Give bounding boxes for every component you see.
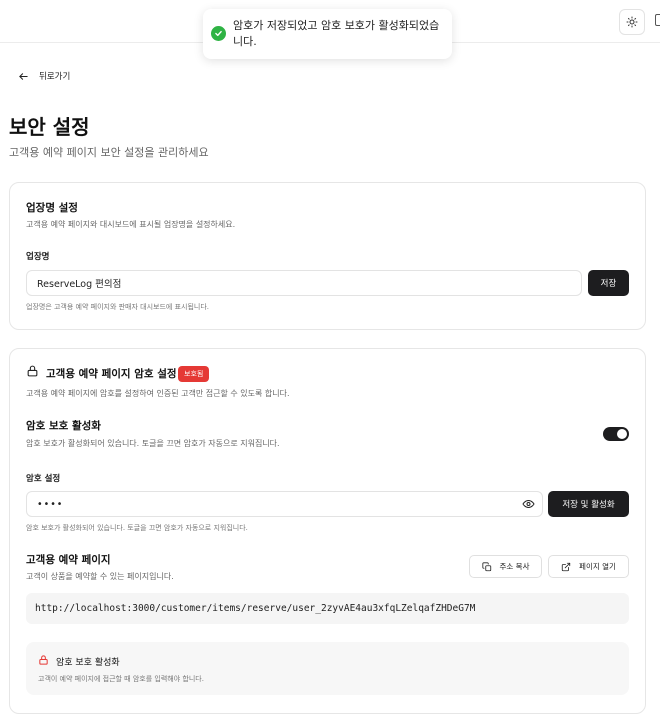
- back-label: 뒤로가기: [39, 72, 71, 82]
- notice-description: 고객이 예약 페이지에 접근할 때 암호를 입력해야 합니다.: [38, 675, 204, 683]
- protection-notice: 암호 보호 활성화 고객이 예약 페이지에 접근할 때 암호를 입력해야 합니다…: [26, 642, 629, 695]
- check-circle-icon: [211, 26, 226, 41]
- store-name-input[interactable]: ReserveLog 편의점: [26, 270, 582, 296]
- customer-page-url[interactable]: http://localhost:3000/customer/items/res…: [26, 593, 629, 624]
- page-subtitle: 고객용 예약 페이지 보안 설정을 관리하세요: [9, 146, 209, 159]
- copy-icon: [481, 561, 491, 571]
- arrow-left-icon: [19, 72, 28, 80]
- url-text: http://localhost:3000/customer/items/res…: [35, 603, 476, 614]
- open-page-button[interactable]: 페이지 열기: [548, 555, 629, 578]
- store-name-value: ReserveLog 편의점: [37, 279, 122, 290]
- copy-address-button[interactable]: 주소 복사: [469, 555, 542, 578]
- password-input[interactable]: ••••: [26, 491, 543, 517]
- store-save-button[interactable]: 저장: [588, 270, 629, 296]
- protected-badge: 보호됨: [178, 366, 210, 382]
- theme-toggle-button[interactable]: [619, 9, 645, 35]
- password-help: 암호 보호가 활성화되어 있습니다. 토글을 끄면 암호가 자동으로 지워집니다…: [26, 524, 248, 532]
- toggle-title: 암호 보호 활성화: [26, 420, 101, 432]
- lock-icon: [39, 655, 48, 665]
- open-page-label: 페이지 열기: [579, 562, 616, 571]
- store-name-label: 업장명: [26, 252, 50, 262]
- save-activate-button[interactable]: 저장 및 활성화: [548, 491, 629, 517]
- customer-page-description: 고객이 상품을 예약할 수 있는 페이지입니다.: [26, 572, 174, 581]
- store-card-description: 고객용 예약 페이지와 대시보드에 표시될 업장명을 설정하세요.: [26, 220, 236, 229]
- toggle-knob: [617, 429, 627, 439]
- customer-page-title: 고객용 예약 페이지: [26, 554, 111, 566]
- toggle-description: 암호 보호가 활성화되어 있습니다. 토글을 끄면 암호가 자동으로 지워집니다…: [26, 439, 280, 448]
- password-label: 암호 설정: [26, 474, 61, 484]
- password-protection-toggle[interactable]: [603, 427, 629, 441]
- clipped-icon[interactable]: [655, 14, 660, 26]
- success-toast: 암호가 저장되었고 암호 보호가 활성화되었습니다.: [203, 9, 452, 59]
- external-link-icon: [561, 562, 571, 571]
- notice-title: 암호 보호 활성화: [56, 658, 120, 668]
- lock-icon: [27, 365, 38, 377]
- page-title: 보안 설정: [9, 115, 90, 139]
- store-name-help: 업장명은 고객용 예약 페이지와 판매자 대시보드에 표시됩니다.: [26, 303, 210, 311]
- toast-message: 암호가 저장되었고 암호 보호가 활성화되었습니다.: [233, 19, 440, 48]
- back-link[interactable]: 뒤로가기: [18, 70, 70, 82]
- password-value: ••••: [37, 498, 64, 510]
- password-card-title: 고객용 예약 페이지 암호 설정: [46, 368, 177, 380]
- eye-icon[interactable]: [522, 498, 535, 510]
- store-card-title: 업장명 설정: [26, 202, 78, 214]
- sun-icon: [626, 16, 638, 28]
- password-card-description: 고객용 예약 페이지에 암호를 설정하여 인증된 고객만 접근할 수 있도록 합…: [26, 389, 290, 398]
- copy-address-label: 주소 복사: [499, 562, 530, 571]
